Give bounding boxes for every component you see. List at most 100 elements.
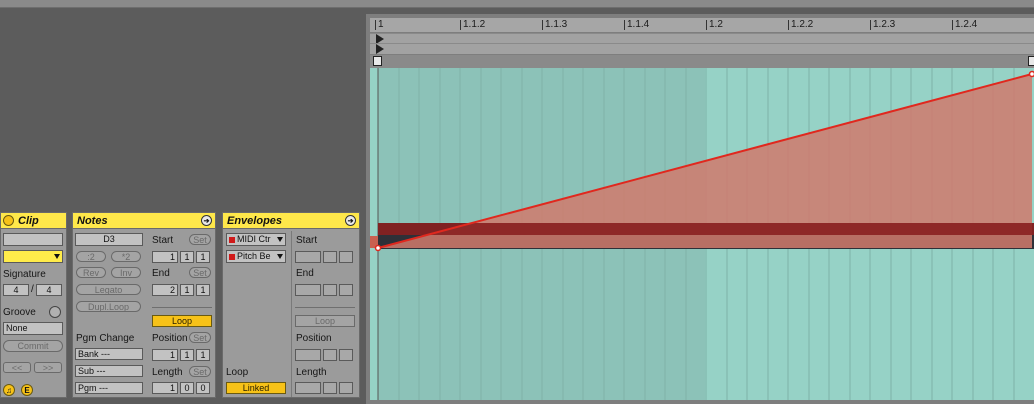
half-button[interactable]: :2 (76, 251, 106, 262)
clip-name-field[interactable] (3, 233, 63, 246)
ruler-tick: 1 (375, 19, 384, 30)
env-start-bar (295, 251, 321, 263)
groove-select[interactable]: None (3, 322, 63, 335)
groove-label: Groove (3, 307, 36, 318)
envelopes-title: Envelopes (227, 215, 283, 227)
envelope-editor[interactable] (370, 68, 1034, 400)
clip-activator-icon[interactable] (3, 215, 14, 226)
signature-denominator[interactable]: 4 (36, 284, 62, 296)
end-marker-icon[interactable] (376, 44, 384, 54)
red-square-icon (229, 254, 235, 260)
env-end-beat (323, 284, 337, 296)
length-set-button[interactable]: Set (189, 366, 211, 377)
envelope-control-select[interactable]: Pitch Be (226, 250, 286, 263)
clip-panel: Clip Signature 4 / 4 Groove None Commit … (0, 212, 67, 398)
loop-brace-strip[interactable] (370, 55, 1034, 68)
reverse-button[interactable]: Rev (76, 267, 106, 278)
start-sixteenth[interactable]: 1 (196, 251, 210, 263)
start-set-button[interactable]: Set (189, 234, 211, 245)
chevron-down-icon (54, 254, 60, 259)
end-beat[interactable]: 1 (180, 284, 194, 296)
length-sixteenth[interactable]: 0 (196, 382, 210, 394)
position-beat[interactable]: 1 (180, 349, 194, 361)
position-label: Position (152, 333, 188, 344)
envelope-e-icon[interactable]: E (21, 384, 33, 396)
loop-start-handle-icon[interactable] (373, 56, 382, 66)
invert-button[interactable]: Inv (111, 267, 141, 278)
pgm-field[interactable]: Pgm --- (75, 382, 143, 394)
ruler-tick: 1.2.3 (870, 19, 895, 30)
env-length-bar (295, 382, 321, 394)
timeline-ruler[interactable]: 1 1.1.2 1.1.3 1.1.4 1.2 1.2.2 1.2.3 1.2.… (370, 18, 1034, 32)
arrow-right-icon[interactable]: ➔ (201, 215, 212, 226)
loop-toggle[interactable]: Loop (152, 315, 212, 327)
start-beat[interactable]: 1 (180, 251, 194, 263)
breakpoint-start (374, 244, 382, 252)
notes-panel: Notes ➔ D3 :2 *2 Rev Inv Legato Dupl.Loo… (72, 212, 216, 398)
env-position-bar (295, 349, 321, 361)
env-start-sixteenth (339, 251, 353, 263)
arrow-right-icon[interactable]: ➔ (345, 215, 356, 226)
position-set-button[interactable]: Set (189, 332, 211, 343)
duplicate-loop-button[interactable]: Dupl.Loop (76, 301, 141, 312)
divider (152, 307, 212, 308)
envelope-control-label: Pitch Be (237, 251, 271, 261)
ruler-tick: 1.2.4 (952, 19, 977, 30)
envelopes-divider (291, 231, 292, 397)
note-pitch[interactable]: D3 (75, 233, 143, 246)
commit-button[interactable]: Commit (3, 340, 63, 352)
end-set-button[interactable]: Set (189, 267, 211, 278)
signature-numerator[interactable]: 4 (3, 284, 29, 296)
breakpoint-end (1028, 70, 1034, 78)
linked-toggle[interactable]: Linked (226, 382, 286, 394)
env-length-sixteenth (339, 382, 353, 394)
clip-header: Clip (1, 213, 66, 229)
notes-header: Notes ➔ (73, 213, 215, 229)
chevron-down-icon (277, 254, 283, 259)
pgm-change-label: Pgm Change (76, 333, 135, 344)
ruler-tick: 1.1.2 (460, 19, 485, 30)
env-end-label: End (296, 268, 314, 279)
start-marker-strip[interactable] (370, 33, 1034, 44)
env-end-bar (295, 284, 321, 296)
env-position-beat (323, 349, 337, 361)
env-position-label: Position (296, 333, 332, 344)
env-position-sixteenth (339, 349, 353, 361)
envelopes-panel: Envelopes ➔ MIDI Ctr Pitch Be Loop Linke… (222, 212, 360, 398)
loop-end-handle-icon[interactable] (1028, 56, 1034, 66)
red-square-icon (229, 237, 235, 243)
signature-label: Signature (3, 269, 46, 280)
bank-field[interactable]: Bank --- (75, 348, 143, 360)
envelopes-header: Envelopes ➔ (223, 213, 359, 229)
ruler-tick: 1.1.3 (542, 19, 567, 30)
env-start-beat (323, 251, 337, 263)
env-loop-label: Loop (226, 367, 249, 378)
prev-button[interactable]: << (3, 362, 31, 373)
start-bar[interactable]: 1 (152, 251, 178, 263)
end-marker-strip[interactable] (370, 43, 1034, 54)
groove-hotswap-icon[interactable] (49, 306, 61, 318)
sub-field[interactable]: Sub --- (75, 365, 143, 377)
env-length-beat (323, 382, 337, 394)
ruler-tick: 1.2.2 (788, 19, 813, 30)
position-bar[interactable]: 1 (152, 349, 178, 361)
legato-button[interactable]: Legato (76, 284, 141, 295)
length-beat[interactable]: 0 (180, 382, 194, 394)
clip-title: Clip (18, 215, 39, 227)
envelope-device-label: MIDI Ctr (237, 234, 271, 244)
midi-note-icon[interactable]: ♫ (3, 384, 15, 396)
notes-title: Notes (77, 215, 108, 227)
length-bar[interactable]: 1 (152, 382, 178, 394)
env-length-label: Length (296, 367, 327, 378)
end-bar[interactable]: 2 (152, 284, 178, 296)
top-bar (0, 0, 1034, 8)
double-button[interactable]: *2 (111, 251, 141, 262)
envelope-device-select[interactable]: MIDI Ctr (226, 233, 286, 246)
start-label: Start (152, 235, 174, 246)
clip-color-select[interactable] (3, 250, 63, 263)
end-sixteenth[interactable]: 1 (196, 284, 210, 296)
chevron-down-icon (277, 237, 283, 242)
next-button[interactable]: >> (34, 362, 62, 373)
length-label: Length (152, 367, 183, 378)
position-sixteenth[interactable]: 1 (196, 349, 210, 361)
